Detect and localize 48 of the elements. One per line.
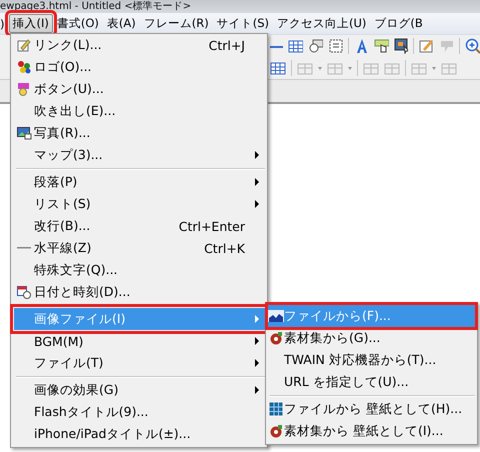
- menu-item[interactable]: 日付と時刻(D)...: [14, 281, 265, 303]
- menu-item[interactable]: 改行(B)... Ctrl+Enter: [14, 215, 265, 237]
- picture-cursor-icon[interactable]: [394, 38, 408, 54]
- menu-item[interactable]: Flashタイトル(9)...: [14, 401, 265, 423]
- menu-bar-item[interactable]: ): [0, 14, 8, 32]
- menu-item[interactable]: TWAIN 対応機器から(T)...: [268, 349, 475, 371]
- menu-item[interactable]: 素材集から 壁紙として(I)...: [268, 420, 475, 442]
- menu-item[interactable]: ファイル(T): [14, 352, 265, 374]
- menu-item[interactable]: 特殊文字(Q)...: [14, 259, 265, 281]
- table-icon[interactable]: [288, 38, 303, 54]
- menu-bar-item[interactable]: サイト(S): [212, 14, 273, 33]
- menu-bar-item[interactable]: ブログ(B: [370, 14, 427, 33]
- menu-item[interactable]: リンク(L)... Ctrl+J: [14, 34, 265, 56]
- menu-item[interactable]: 写真(R)...: [14, 122, 265, 144]
- menu-bar-item[interactable]: アクセス向上(U): [273, 14, 370, 33]
- menu-item[interactable]: 水平線(Z) Ctrl+K: [14, 237, 265, 259]
- menu-item[interactable]: ファイルから 壁紙として(H)...: [268, 398, 475, 420]
- menu-item[interactable]: 素材集から(G)...: [268, 327, 475, 349]
- picture-edit-icon[interactable]: [419, 38, 434, 54]
- table-icon[interactable]: [270, 60, 286, 76]
- clip-art-icon: [269, 331, 283, 345]
- horizontal-line-icon: [17, 246, 31, 250]
- window-title: ewpage3.html - Untitled <標準モード>: [0, 0, 480, 13]
- menu-item[interactable]: ロゴ(O)...: [14, 56, 265, 78]
- dropdown-arrow-icon[interactable]: [348, 66, 352, 70]
- menu-item[interactable]: マップ(3)...: [14, 144, 265, 166]
- menu-item[interactable]: ボタン(U)...: [14, 78, 265, 100]
- menu-item[interactable]: 画像の効果(G): [14, 379, 265, 401]
- zoom-in-icon[interactable]: [465, 38, 480, 54]
- tiled-wallpaper-icon: [269, 402, 283, 416]
- menu-bar-item[interactable]: フレーム(R): [140, 14, 213, 33]
- menu-item[interactable]: 吹き出し(E)...: [14, 100, 265, 122]
- menu-item[interactable]: リスト(S): [14, 193, 265, 215]
- picture-icon: [16, 126, 32, 140]
- colored-dots-icon: [17, 60, 31, 74]
- menu-bar-item[interactable]: 表(A): [102, 14, 140, 33]
- frame-icon[interactable]: [328, 38, 343, 54]
- landscape-icon: [269, 310, 283, 322]
- menu-item[interactable]: URL を指定して(U)...: [268, 371, 475, 393]
- menu-bar-item[interactable]: 書式(O): [52, 14, 103, 33]
- dropdown-arrow-icon[interactable]: [318, 66, 322, 70]
- menu-item[interactable]: 段落(P): [14, 171, 265, 193]
- calendar-clock-icon: [17, 285, 31, 299]
- menu-item[interactable]: iPhone/iPadタイトル(±)...: [14, 423, 265, 445]
- menu-item[interactable]: BGM(M): [14, 330, 265, 352]
- pencil-icon: [17, 38, 31, 52]
- dropdown-arrow-icon[interactable]: [432, 66, 436, 70]
- clip-art-icon: [269, 424, 283, 438]
